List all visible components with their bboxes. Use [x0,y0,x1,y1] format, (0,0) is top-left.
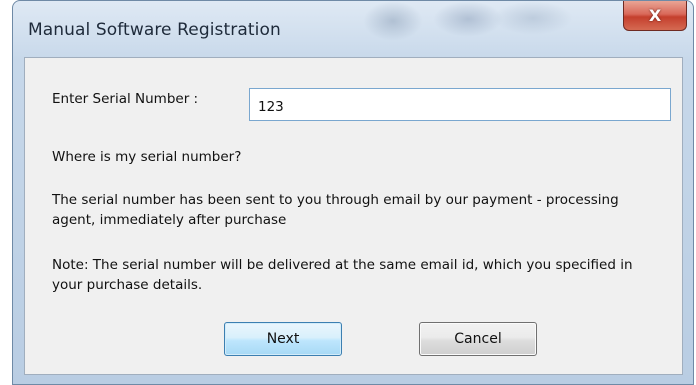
next-button[interactable]: Next [224,322,342,356]
background-blur [363,1,423,41]
window-title: Manual Software Registration [28,20,281,40]
cancel-button[interactable]: Cancel [419,322,537,356]
serial-info-text: The serial number has been sent to you t… [52,192,619,228]
close-button[interactable]: X [623,1,687,31]
registration-dialog: Manual Software Registration X Enter Ser… [12,0,694,385]
serial-number-label: Enter Serial Number : [52,91,199,107]
note-text: Note: The serial number will be delivere… [52,257,633,293]
background-blur [493,1,573,35]
dialog-content: Enter Serial Number : Where is my serial… [24,57,683,375]
where-serial-label: Where is my serial number? [52,149,242,165]
serial-number-input[interactable] [249,88,671,121]
close-icon: X [648,6,662,25]
